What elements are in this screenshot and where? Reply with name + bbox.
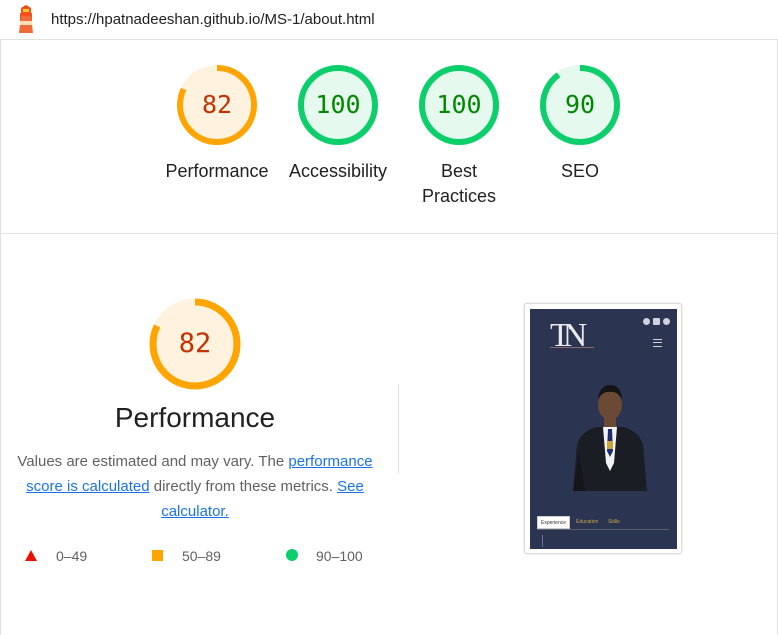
logo-underline [550, 347, 594, 350]
timeline-line [542, 535, 543, 547]
report-header: https://hpatnadeeshan.github.io/MS-1/abo… [0, 0, 778, 40]
gauge-score: 82 [201, 90, 233, 119]
performance-title: Performance [114, 402, 276, 433]
gauge-accessibility[interactable]: 100 Accessibility [283, 63, 393, 184]
gauge-seo[interactable]: 90 SEO [525, 63, 635, 184]
desc-middle: directly from these metrics. [149, 478, 338, 495]
square-icon [152, 549, 163, 561]
category-gauges: 82 Performance 100 Accessibility 100 Bes… [0, 40, 778, 234]
performance-score: 82 [178, 328, 212, 359]
hamburger-menu-icon [653, 339, 662, 347]
facebook-icon [663, 318, 670, 325]
gauge-label: Best Practices [404, 159, 514, 209]
desc-prefix: Values are estimated and may vary. The [17, 453, 289, 470]
legend-fail: 0–49 [25, 546, 87, 566]
gauge-label: SEO [560, 161, 599, 181]
gauge-label-line1: Best [440, 161, 478, 181]
score-legend: 0–49 50–89 90–100 [25, 546, 385, 566]
circle-icon [286, 549, 298, 562]
performance-description: Values are estimated and may vary. The p… [10, 449, 380, 524]
triangle-icon [25, 549, 37, 561]
vertical-divider [398, 384, 399, 474]
legend-range: 0–49 [56, 548, 88, 564]
site-logo: TN [550, 317, 596, 363]
gauge-best-practices[interactable]: 100 Best Practices [404, 63, 514, 209]
tab-skills: Skills [608, 519, 620, 525]
google-icon [643, 318, 650, 325]
legend-pass: 90–100 [286, 546, 363, 566]
performance-section: 82 Performance Values are estimated and … [0, 234, 398, 635]
legend-range: 90–100 [316, 548, 363, 564]
tab-experience: Experience [537, 516, 571, 529]
screenshot-tabs: Experience Education Skills [537, 516, 669, 530]
lighthouse-icon [19, 5, 33, 33]
gauge-score: 100 [436, 90, 482, 119]
tab-education: Education [576, 519, 599, 525]
screenshot-viewport: TN Experience Education Skills [530, 309, 677, 549]
gauge-label: Accessibility [288, 161, 388, 181]
gauge-performance[interactable]: 82 Performance [162, 63, 272, 184]
gauge-label-line2: Practices [421, 186, 497, 206]
gauge-score: 90 [564, 90, 596, 119]
final-screenshot[interactable]: TN Experience Education Skills [524, 303, 682, 554]
linkedin-icon [653, 318, 660, 325]
legend-average: 50–89 [152, 546, 221, 566]
gauge-label: Performance [165, 161, 269, 181]
profile-photo [567, 371, 653, 491]
legend-range: 50–89 [182, 548, 221, 564]
page-url[interactable]: https://hpatnadeeshan.github.io/MS-1/abo… [51, 11, 375, 28]
gauge-score: 100 [315, 90, 361, 119]
